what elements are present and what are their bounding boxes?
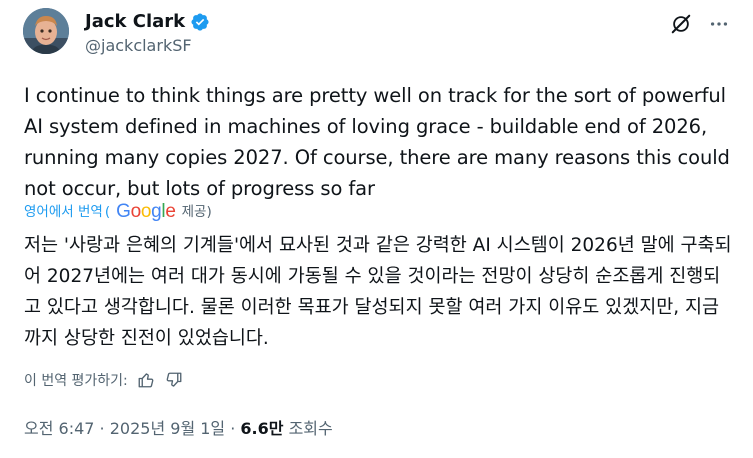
translation-attribution: 영어에서 번역 ( Google 제공) xyxy=(24,200,212,224)
avatar[interactable] xyxy=(23,8,69,54)
translated-from-link[interactable]: 영어에서 번역 xyxy=(24,200,103,224)
top-actions xyxy=(669,12,731,36)
more-icon[interactable] xyxy=(707,12,731,36)
translated-text: 저는 '사랑과 은혜의 기계들'에서 묘사된 것과 같은 강력한 AI 시스템이… xyxy=(24,235,732,349)
provided-by-label: 제공) xyxy=(181,204,212,220)
tweet-text: I continue to think things are pretty we… xyxy=(24,84,730,200)
rate-translation-label: 이 번역 평가하기: xyxy=(24,373,128,389)
tweet-meta: 오전 6:47 · 2025년 9월 1일 · 6.6만 조회수 xyxy=(24,418,333,440)
tweet-date[interactable]: 2025년 9월 1일 xyxy=(110,418,225,440)
rate-translation: 이 번역 평가하기: xyxy=(24,370,184,390)
author-name-text[interactable]: Jack Clark xyxy=(85,11,185,33)
thumbs-up-icon[interactable] xyxy=(136,370,156,390)
google-letter: e xyxy=(165,201,176,222)
google-letter: g xyxy=(151,201,162,222)
thumbs-down-icon[interactable] xyxy=(164,370,184,390)
views-label: 조회수 xyxy=(283,419,333,438)
verified-badge-icon[interactable] xyxy=(190,12,210,32)
views-count: 6.6만 xyxy=(240,419,284,438)
tweet-time[interactable]: 오전 6:47 xyxy=(24,418,94,440)
grok-icon[interactable] xyxy=(669,12,693,36)
google-logo: Google xyxy=(116,200,176,224)
author-handle[interactable]: @jackclarkSF xyxy=(85,36,192,56)
google-letter: G xyxy=(116,201,131,222)
google-letter: o xyxy=(140,201,152,222)
meta-separator: · xyxy=(94,419,110,438)
meta-separator: · xyxy=(225,419,241,438)
avatar-image xyxy=(23,8,69,54)
google-letter: o xyxy=(130,201,142,222)
author-name[interactable]: Jack Clark xyxy=(85,11,210,33)
open-paren: ( xyxy=(104,204,111,220)
